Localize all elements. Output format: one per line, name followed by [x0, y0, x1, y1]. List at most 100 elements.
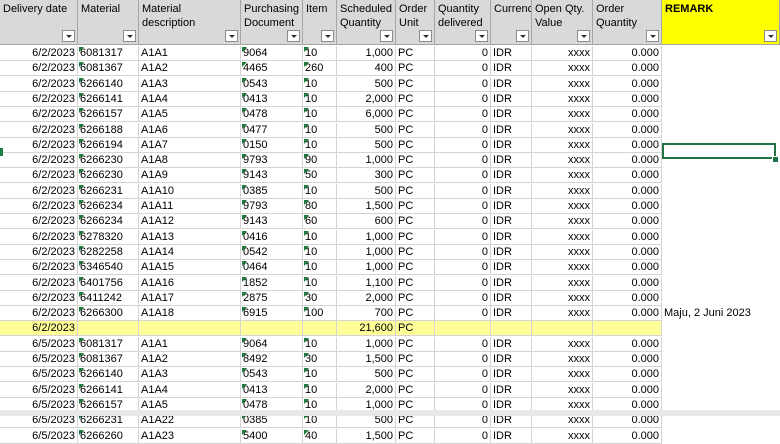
cell-item[interactable]: 10: [303, 137, 337, 153]
cell-deliv[interactable]: 0: [435, 76, 491, 92]
cell-orderqty[interactable]: 0.000: [593, 107, 662, 123]
cell-item[interactable]: 10: [303, 91, 337, 107]
cell-deliv[interactable]: 0: [435, 46, 491, 61]
column-header-unit[interactable]: Order Unit: [396, 0, 435, 45]
cell-orderqty[interactable]: 0.000: [593, 244, 662, 260]
cell-po[interactable]: 6915: [241, 306, 303, 322]
cell-openval[interactable]: xxxx: [532, 76, 593, 92]
cell-date[interactable]: 6/2/2023: [0, 260, 78, 276]
cell-curr[interactable]: IDR: [491, 46, 532, 61]
cell-po[interactable]: 8492: [241, 352, 303, 367]
cell-desc[interactable]: A1A11: [139, 199, 241, 214]
cell-sched[interactable]: 500: [337, 137, 396, 153]
cell-orderqty[interactable]: 0.000: [593, 352, 662, 367]
cell-item[interactable]: 40: [303, 428, 337, 444]
cell-remark[interactable]: [662, 153, 780, 168]
cell-openval[interactable]: xxxx: [532, 428, 593, 444]
cell-po[interactable]: 0543: [241, 76, 303, 92]
cell-date[interactable]: 6/2/2023: [0, 321, 78, 337]
cell-desc[interactable]: A1A18: [139, 306, 241, 322]
cell-material[interactable]: 6266140: [78, 76, 139, 92]
cell-remark[interactable]: [662, 77, 780, 92]
cell-curr[interactable]: IDR: [491, 275, 532, 291]
cell-sched[interactable]: 1,000: [337, 260, 396, 276]
cell-sched[interactable]: 600: [337, 214, 396, 230]
cell-unit[interactable]: PC: [396, 61, 435, 77]
cell-curr[interactable]: [491, 321, 532, 337]
cell-sched[interactable]: 21,600: [337, 321, 396, 337]
cell-orderqty[interactable]: 0.000: [593, 214, 662, 230]
cell-openval[interactable]: xxxx: [532, 306, 593, 322]
cell-date[interactable]: 6/2/2023: [0, 76, 78, 92]
cell-remark[interactable]: Maju, 2 Juni 2023: [662, 306, 780, 321]
cell-openval[interactable]: xxxx: [532, 107, 593, 123]
cell-deliv[interactable]: 0: [435, 306, 491, 322]
cell-desc[interactable]: A1A6: [139, 122, 241, 138]
cell-po[interactable]: 0477: [241, 122, 303, 138]
cell-unit[interactable]: PC: [396, 91, 435, 107]
cell-deliv[interactable]: 0: [435, 367, 491, 383]
cell-po[interactable]: 9143: [241, 214, 303, 230]
cell-po[interactable]: 0542: [241, 244, 303, 260]
cell-date[interactable]: 6/5/2023: [0, 428, 78, 444]
cell-unit[interactable]: PC: [396, 46, 435, 61]
cell-desc[interactable]: A1A1: [139, 46, 241, 61]
cell-material[interactable]: 6081317: [78, 46, 139, 61]
cell-desc[interactable]: A1A14: [139, 244, 241, 260]
filter-dropdown-icon[interactable]: [225, 30, 238, 42]
cell-item[interactable]: 10: [303, 275, 337, 291]
cell-remark[interactable]: [662, 352, 780, 367]
cell-unit[interactable]: PC: [396, 321, 435, 337]
cell-orderqty[interactable]: 0.000: [593, 275, 662, 291]
cell-date[interactable]: 6/2/2023: [0, 275, 78, 291]
cell-desc[interactable]: A1A7: [139, 137, 241, 153]
cell-item[interactable]: 10: [303, 244, 337, 260]
cell-material[interactable]: 6346540: [78, 260, 139, 276]
cell-orderqty[interactable]: 0.000: [593, 260, 662, 276]
cell-date[interactable]: 6/2/2023: [0, 183, 78, 199]
cell-date[interactable]: 6/2/2023: [0, 290, 78, 306]
cell-material[interactable]: 6266234: [78, 214, 139, 230]
filter-dropdown-icon[interactable]: [577, 30, 590, 42]
cell-orderqty[interactable]: 0.000: [593, 336, 662, 352]
cell-orderqty[interactable]: 0.000: [593, 122, 662, 138]
cell-unit[interactable]: PC: [396, 122, 435, 138]
cell-remark[interactable]: [662, 337, 780, 352]
cell-openval[interactable]: xxxx: [532, 122, 593, 138]
cell-orderqty[interactable]: 0.000: [593, 306, 662, 322]
cell-deliv[interactable]: 0: [435, 260, 491, 276]
cell-openval[interactable]: xxxx: [532, 382, 593, 398]
cell-date[interactable]: 6/5/2023: [0, 367, 78, 383]
cell-sched[interactable]: 1,000: [337, 46, 396, 61]
cell-po[interactable]: 0478: [241, 107, 303, 123]
cell-item[interactable]: 60: [303, 214, 337, 230]
cell-curr[interactable]: IDR: [491, 229, 532, 245]
cell-unit[interactable]: PC: [396, 306, 435, 322]
column-header-sched[interactable]: Scheduled Quantity: [337, 0, 396, 45]
cell-po[interactable]: 0464: [241, 260, 303, 276]
cell-item[interactable]: 90: [303, 153, 337, 169]
cell-item[interactable]: 10: [303, 260, 337, 276]
cell-item[interactable]: 10: [303, 183, 337, 199]
cell-curr[interactable]: IDR: [491, 199, 532, 214]
filter-dropdown-icon[interactable]: [419, 30, 432, 42]
cell-remark[interactable]: [662, 46, 780, 61]
spreadsheet-grid[interactable]: Delivery date Material Material descriptio…: [0, 0, 780, 444]
cell-remark[interactable]: [662, 260, 780, 275]
filter-dropdown-icon[interactable]: [380, 30, 393, 42]
cell-po[interactable]: 9793: [241, 153, 303, 169]
cell-orderqty[interactable]: 0.000: [593, 153, 662, 169]
cell-material[interactable]: 6266234: [78, 199, 139, 214]
cell-po[interactable]: 9143: [241, 168, 303, 184]
cell-sched[interactable]: 400: [337, 61, 396, 77]
cell-date[interactable]: 6/2/2023: [0, 107, 78, 123]
cell-curr[interactable]: IDR: [491, 367, 532, 383]
cell-po[interactable]: 4465: [241, 61, 303, 77]
cell-item[interactable]: 10: [303, 46, 337, 61]
column-header-orderqty[interactable]: Order Quantity: [593, 0, 662, 45]
cell-curr[interactable]: IDR: [491, 183, 532, 199]
filter-dropdown-icon[interactable]: [62, 30, 75, 42]
cell-material[interactable]: [78, 321, 139, 337]
cell-material[interactable]: 6266230: [78, 168, 139, 184]
cell-item[interactable]: 100: [303, 306, 337, 322]
